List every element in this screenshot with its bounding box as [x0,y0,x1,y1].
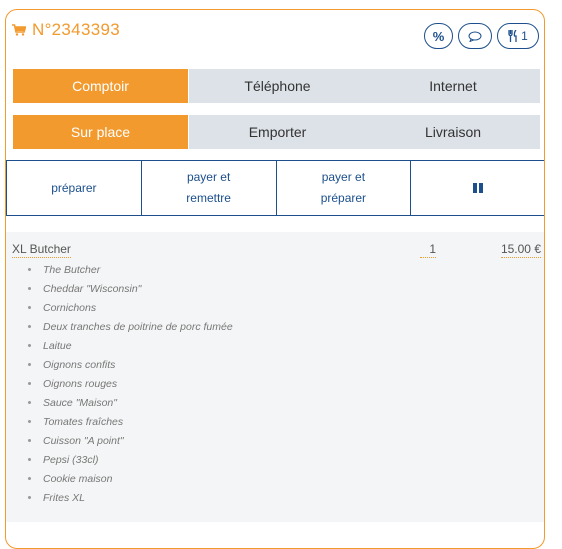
channel-selector: Comptoir Téléphone Internet [13,69,540,103]
pay-and-hand-button[interactable]: payer et remettre [142,161,277,215]
item-quantity[interactable]: 1 [420,242,436,258]
list-item: Deux tranches de poitrine de porc fumée [28,317,233,336]
list-item: Pepsi (33cl) [28,450,233,469]
list-item: Cheddar "Wisconsin" [28,279,233,298]
service-option-livraison[interactable]: Livraison [366,115,540,149]
order-card: N°2343393 % 1 Comptoir Téléphone Interne… [5,9,545,549]
list-item: Cornichons [28,298,233,317]
channel-option-comptoir[interactable]: Comptoir [13,69,188,103]
list-item: Laitue [28,336,233,355]
pay-and-prepare-label-line1: payer et [321,170,366,184]
list-item: Cookie maison [28,469,233,488]
pay-and-prepare-button[interactable]: payer et préparer [277,161,412,215]
cutlery-icon [508,30,517,42]
order-content: XL Butcher 1 15.00 € The Butcher Cheddar… [6,232,544,522]
item-name[interactable]: XL Butcher [12,242,71,258]
prepare-label: préparer [51,180,97,195]
pay-and-prepare-label-line2: préparer [320,191,367,205]
header-buttons: % 1 [424,23,539,49]
cutlery-count: 1 [521,29,528,43]
pay-and-hand-label-line2: remettre [186,191,231,205]
pause-button[interactable] [411,161,544,215]
order-header: N°2343393 % 1 [6,10,544,56]
pause-icon [473,183,484,193]
order-number: N°2343393 [12,20,120,40]
list-item: Tomates fraîches [28,412,233,431]
speech-bubble-icon [468,31,482,42]
item-price[interactable]: 15.00 € [500,242,541,258]
channel-option-internet[interactable]: Internet [366,69,540,103]
list-item: The Butcher [28,260,233,279]
prepare-button[interactable]: préparer [6,161,142,215]
list-item: Oignons confits [28,355,233,374]
list-item: Sauce "Maison" [28,393,233,412]
comment-button[interactable] [458,23,492,49]
pay-and-hand-label-line1: payer et [186,170,231,184]
order-line: XL Butcher 1 15.00 € [6,242,544,258]
channel-option-telephone[interactable]: Téléphone [189,69,366,103]
cutlery-button[interactable]: 1 [497,23,539,49]
service-option-emporter[interactable]: Emporter [189,115,366,149]
cart-icon [12,24,26,36]
discount-button[interactable]: % [424,23,453,49]
service-selector: Sur place Emporter Livraison [13,115,540,149]
order-number-label: N°2343393 [32,20,120,39]
service-option-sur-place[interactable]: Sur place [13,115,188,149]
list-item: Oignons rouges [28,374,233,393]
list-item: Cuisson "A point" [28,431,233,450]
order-actions: préparer payer et remettre payer et prép… [6,160,544,216]
discount-label: % [432,28,445,44]
item-options-list: The Butcher Cheddar "Wisconsin" Cornicho… [28,260,233,507]
list-item: Frites XL [28,488,233,507]
